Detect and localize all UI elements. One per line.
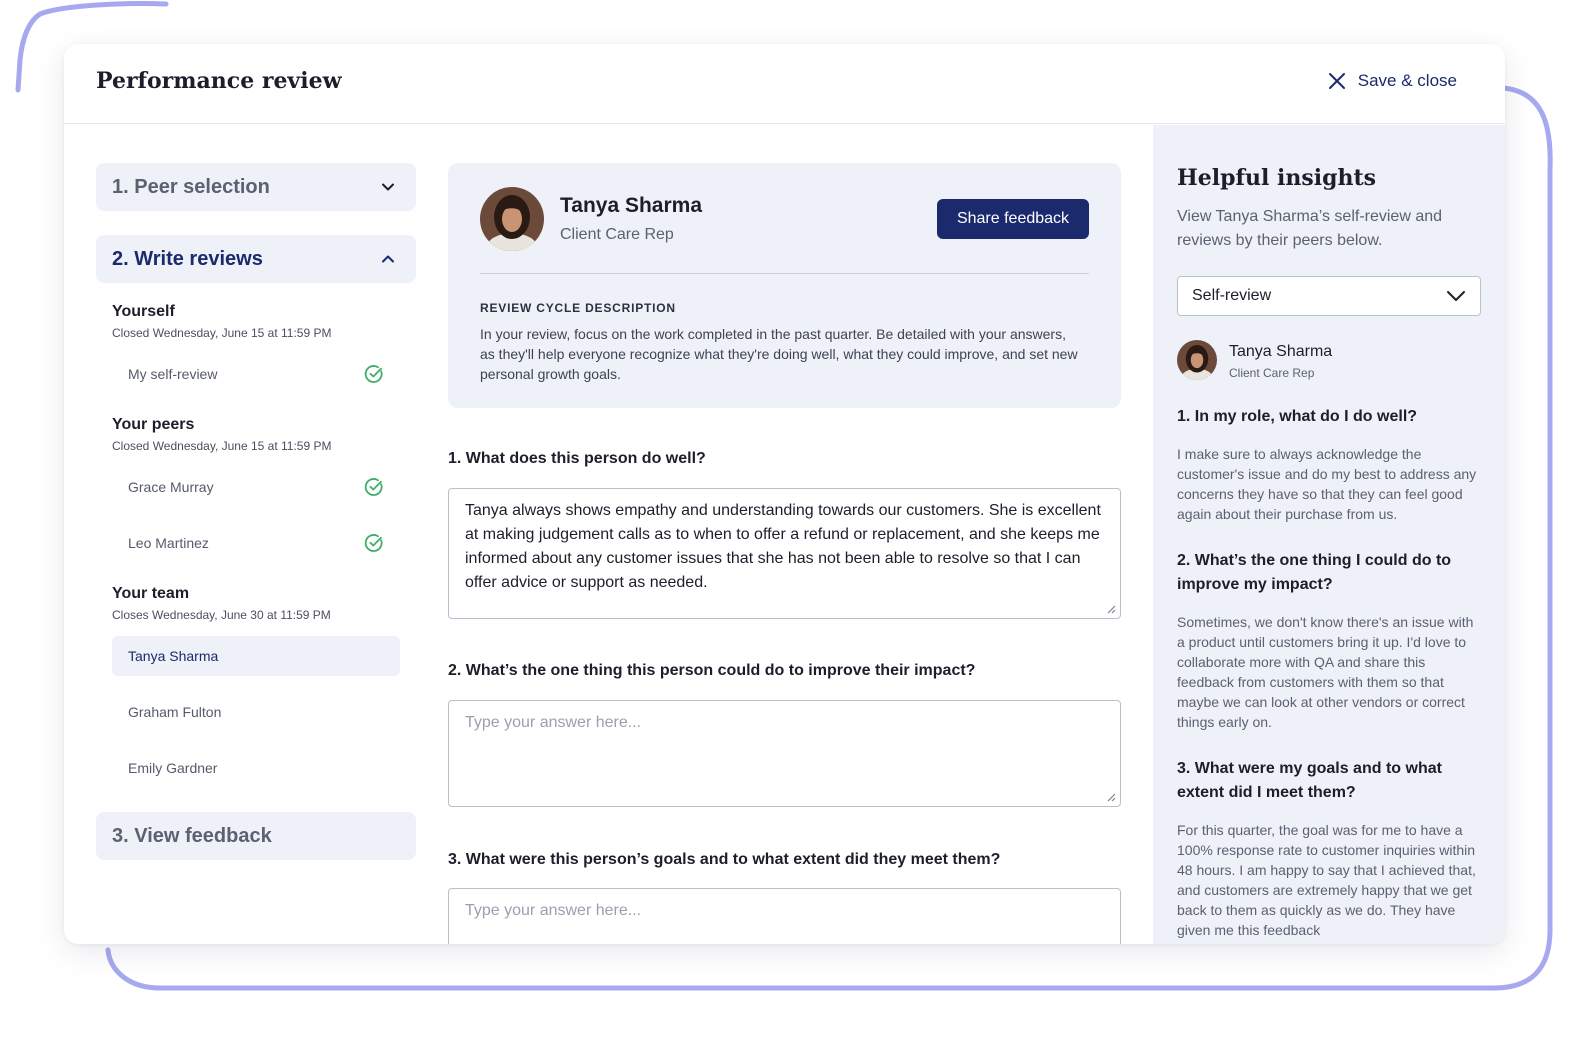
nav-item-grace-murray[interactable]: Grace Murray (112, 467, 400, 507)
group-title: Yourself (112, 303, 175, 320)
group-deadline: Closes Wednesday, June 30 at 11:59 PM (112, 608, 331, 622)
select-value: Self-review (1192, 287, 1272, 304)
avatar (480, 187, 544, 251)
insight-answer-2: Sometimes, we don't know there's an issu… (1177, 614, 1474, 730)
question-3-label: 3. What were this person’s goals and to … (448, 851, 1001, 868)
nav-item-label: Tanya Sharma (128, 648, 219, 664)
group-deadline: Closed Wednesday, June 15 at 11:59 PM (112, 326, 332, 340)
nav-item-label: Graham Fulton (128, 704, 222, 720)
step-write-reviews[interactable]: 2. Write reviews (96, 235, 416, 283)
profile-card: Tanya Sharma Client Care Rep Share feedb… (448, 163, 1121, 408)
review-cycle-description: In your review, focus on the work comple… (480, 326, 1078, 382)
step-view-feedback[interactable]: 3. View feedback (96, 812, 416, 860)
chevron-down-icon (382, 183, 394, 191)
resize-grip-icon[interactable] (1104, 602, 1116, 614)
review-cycle-label: REVIEW CYCLE DESCRIPTION (480, 301, 676, 315)
nav-item-emily-gardner[interactable]: Emily Gardner (112, 748, 400, 788)
share-feedback-button[interactable]: Share feedback (937, 199, 1089, 239)
avatar (1177, 340, 1217, 380)
answer-3-textarea[interactable]: Type your answer here... (448, 888, 1121, 944)
resize-grip-icon[interactable] (1104, 790, 1116, 802)
profile-role: Client Care Rep (560, 226, 674, 243)
answer-1-text: Tanya always shows empathy and understan… (465, 502, 1101, 591)
group-deadline: Closed Wednesday, June 15 at 11:59 PM (112, 439, 332, 453)
nav-item-label: Leo Martinez (128, 535, 209, 551)
insight-answer-1: I make sure to always acknowledge the cu… (1177, 446, 1477, 522)
check-circle-icon (364, 365, 383, 383)
nav-item-tanya-sharma[interactable]: Tanya Sharma (112, 636, 400, 676)
save-close-label: Save & close (1357, 71, 1457, 90)
insights-panel: Helpful insights View Tanya Sharma’s sel… (1153, 125, 1505, 944)
check-circle-icon (364, 478, 383, 496)
steps-sidebar: 1. Peer selection 2. Write reviews Yours… (96, 163, 416, 860)
answer-1-textarea[interactable]: Tanya always shows empathy and understan… (448, 488, 1121, 619)
check-circle-icon (364, 534, 383, 552)
group-title: Your team (112, 585, 190, 602)
nav-item-my-self-review[interactable]: My self-review (112, 354, 400, 394)
step-peer-selection[interactable]: 1. Peer selection (96, 163, 416, 211)
group-team: Your team Closes Wednesday, June 30 at 1… (96, 585, 416, 622)
insight-question-1: 1. In my role, what do I do well? (1177, 408, 1418, 425)
answer-3-placeholder: Type your answer here... (465, 902, 642, 919)
group-peers: Your peers Closed Wednesday, June 15 at … (96, 416, 416, 453)
answer-2-placeholder: Type your answer here... (465, 714, 642, 731)
review-card: Performance review Save & close 1. Peer … (64, 44, 1505, 944)
insights-title: Helpful insights (1177, 165, 1377, 191)
review-form: Tanya Sharma Client Care Rep Share feedb… (448, 163, 1121, 944)
nav-item-leo-martinez[interactable]: Leo Martinez (112, 523, 400, 563)
save-close-button[interactable]: Save & close (1328, 71, 1457, 91)
card-header: Performance review Save & close (64, 44, 1505, 124)
insights-description: View Tanya Sharma’s self-review and revi… (1177, 208, 1443, 249)
close-icon (1328, 73, 1345, 89)
insight-question-3: 3. What were my goals and to what extent… (1177, 760, 1442, 801)
insight-answer-3: For this quarter, the goal was for me to… (1177, 822, 1476, 938)
question-2-label: 2. What’s the one thing this person coul… (448, 662, 976, 679)
step-write-reviews-label: 2. Write reviews (112, 247, 263, 270)
insight-question-2: 2. What’s the one thing I could do to im… (1177, 552, 1452, 593)
page-title: Performance review (96, 68, 342, 94)
answer-2-textarea[interactable]: Type your answer here... (448, 700, 1121, 807)
nav-item-label: My self-review (128, 366, 218, 382)
divider (480, 273, 1089, 274)
group-title: Your peers (112, 416, 195, 433)
reviewer-role: Client Care Rep (1229, 366, 1315, 380)
nav-item-label: Grace Murray (128, 479, 214, 495)
chevron-up-icon (382, 255, 394, 263)
nav-item-graham-fulton[interactable]: Graham Fulton (112, 692, 400, 732)
profile-name: Tanya Sharma (560, 194, 703, 217)
step-view-feedback-label: 3. View feedback (112, 824, 272, 847)
question-1-label: 1. What does this person do well? (448, 450, 706, 467)
step-peer-selection-label: 1. Peer selection (112, 175, 270, 198)
nav-item-label: Emily Gardner (128, 760, 218, 776)
review-source-select[interactable]: Self-review (1177, 276, 1481, 316)
reviewer-name: Tanya Sharma (1229, 343, 1333, 360)
group-yourself: Yourself Closed Wednesday, June 15 at 11… (96, 303, 416, 340)
chevron-down-icon (1447, 291, 1465, 301)
